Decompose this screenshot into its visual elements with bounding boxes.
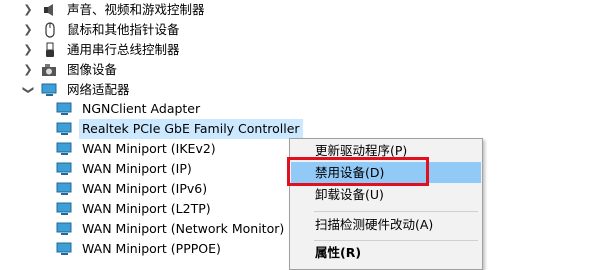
speaker-icon xyxy=(41,2,59,18)
tree-item-usb-controllers[interactable]: ❯ 通用串行总线控制器 xyxy=(21,40,183,60)
network-adapter-icon xyxy=(56,161,74,177)
adapter-label: WAN Miniport (IKEv2) xyxy=(82,141,216,156)
network-adapter-icon xyxy=(56,201,74,217)
network-adapter-icon xyxy=(56,221,74,237)
tree-item-network-adapters[interactable]: ❯ 网络适配器 xyxy=(21,80,133,100)
tree-item-label: 图像设备 xyxy=(67,62,118,77)
menu-separator xyxy=(314,240,478,241)
adapter-label: NGNClient Adapter xyxy=(82,101,201,116)
network-adapter-icon xyxy=(56,101,74,117)
tree-item-label: 鼠标和其他指针设备 xyxy=(67,22,180,37)
menu-item-uninstall-device[interactable]: 卸载设备(U) xyxy=(291,184,481,205)
tree-item-imaging-devices[interactable]: ❯ 图像设备 xyxy=(21,60,120,80)
annotation-highlight-box xyxy=(287,157,429,186)
adapter-label: WAN Miniport (L2TP) xyxy=(82,201,211,216)
adapter-label: WAN Miniport (Network Monitor) xyxy=(82,221,285,236)
adapter-item[interactable]: WAN Miniport (L2TP) xyxy=(56,199,214,219)
chevron-right-icon[interactable]: ❯ xyxy=(21,20,35,40)
menu-separator xyxy=(314,211,478,212)
tree-item-label: 网络适配器 xyxy=(67,82,130,97)
chevron-right-icon[interactable]: ❯ xyxy=(21,0,35,20)
camera-icon xyxy=(41,62,59,78)
adapter-label: WAN Miniport (PPPOE) xyxy=(82,241,221,256)
mouse-icon xyxy=(41,22,59,38)
adapter-item[interactable]: WAN Miniport (IPv6) xyxy=(56,179,210,199)
adapter-item[interactable]: WAN Miniport (Network Monitor) xyxy=(56,219,287,239)
network-adapter-icon xyxy=(41,82,59,98)
chevron-right-icon[interactable]: ❯ xyxy=(21,40,35,60)
network-adapter-icon xyxy=(56,121,74,137)
tree-item-mouse-pointing[interactable]: ❯ 鼠标和其他指针设备 xyxy=(21,20,183,40)
tree-item-sound-video-game[interactable]: ❯ 声音、视频和游戏控制器 xyxy=(21,0,208,20)
adapter-label: WAN Miniport (IP) xyxy=(82,161,192,176)
tree-item-label: 通用串行总线控制器 xyxy=(67,42,180,57)
network-adapter-icon xyxy=(56,241,74,257)
network-adapter-icon xyxy=(56,141,74,157)
adapter-label: WAN Miniport (IPv6) xyxy=(82,181,208,196)
chevron-down-icon[interactable]: ❯ xyxy=(18,83,38,97)
adapter-item[interactable]: WAN Miniport (IP) xyxy=(56,159,195,179)
adapter-item-selected[interactable]: Realtek PCIe GbE Family Controller xyxy=(56,119,303,139)
network-adapter-icon xyxy=(56,181,74,197)
chevron-right-icon[interactable]: ❯ xyxy=(21,60,35,80)
adapter-label: Realtek PCIe GbE Family Controller xyxy=(79,119,303,139)
tree-item-label: 声音、视频和游戏控制器 xyxy=(67,2,205,17)
menu-item-scan-hardware-changes[interactable]: 扫描检测硬件改动(A) xyxy=(291,214,481,235)
adapter-item[interactable]: WAN Miniport (PPPOE) xyxy=(56,239,224,259)
usb-icon xyxy=(41,42,59,58)
adapter-item[interactable]: NGNClient Adapter xyxy=(56,99,203,119)
adapter-item[interactable]: WAN Miniport (IKEv2) xyxy=(56,139,219,159)
